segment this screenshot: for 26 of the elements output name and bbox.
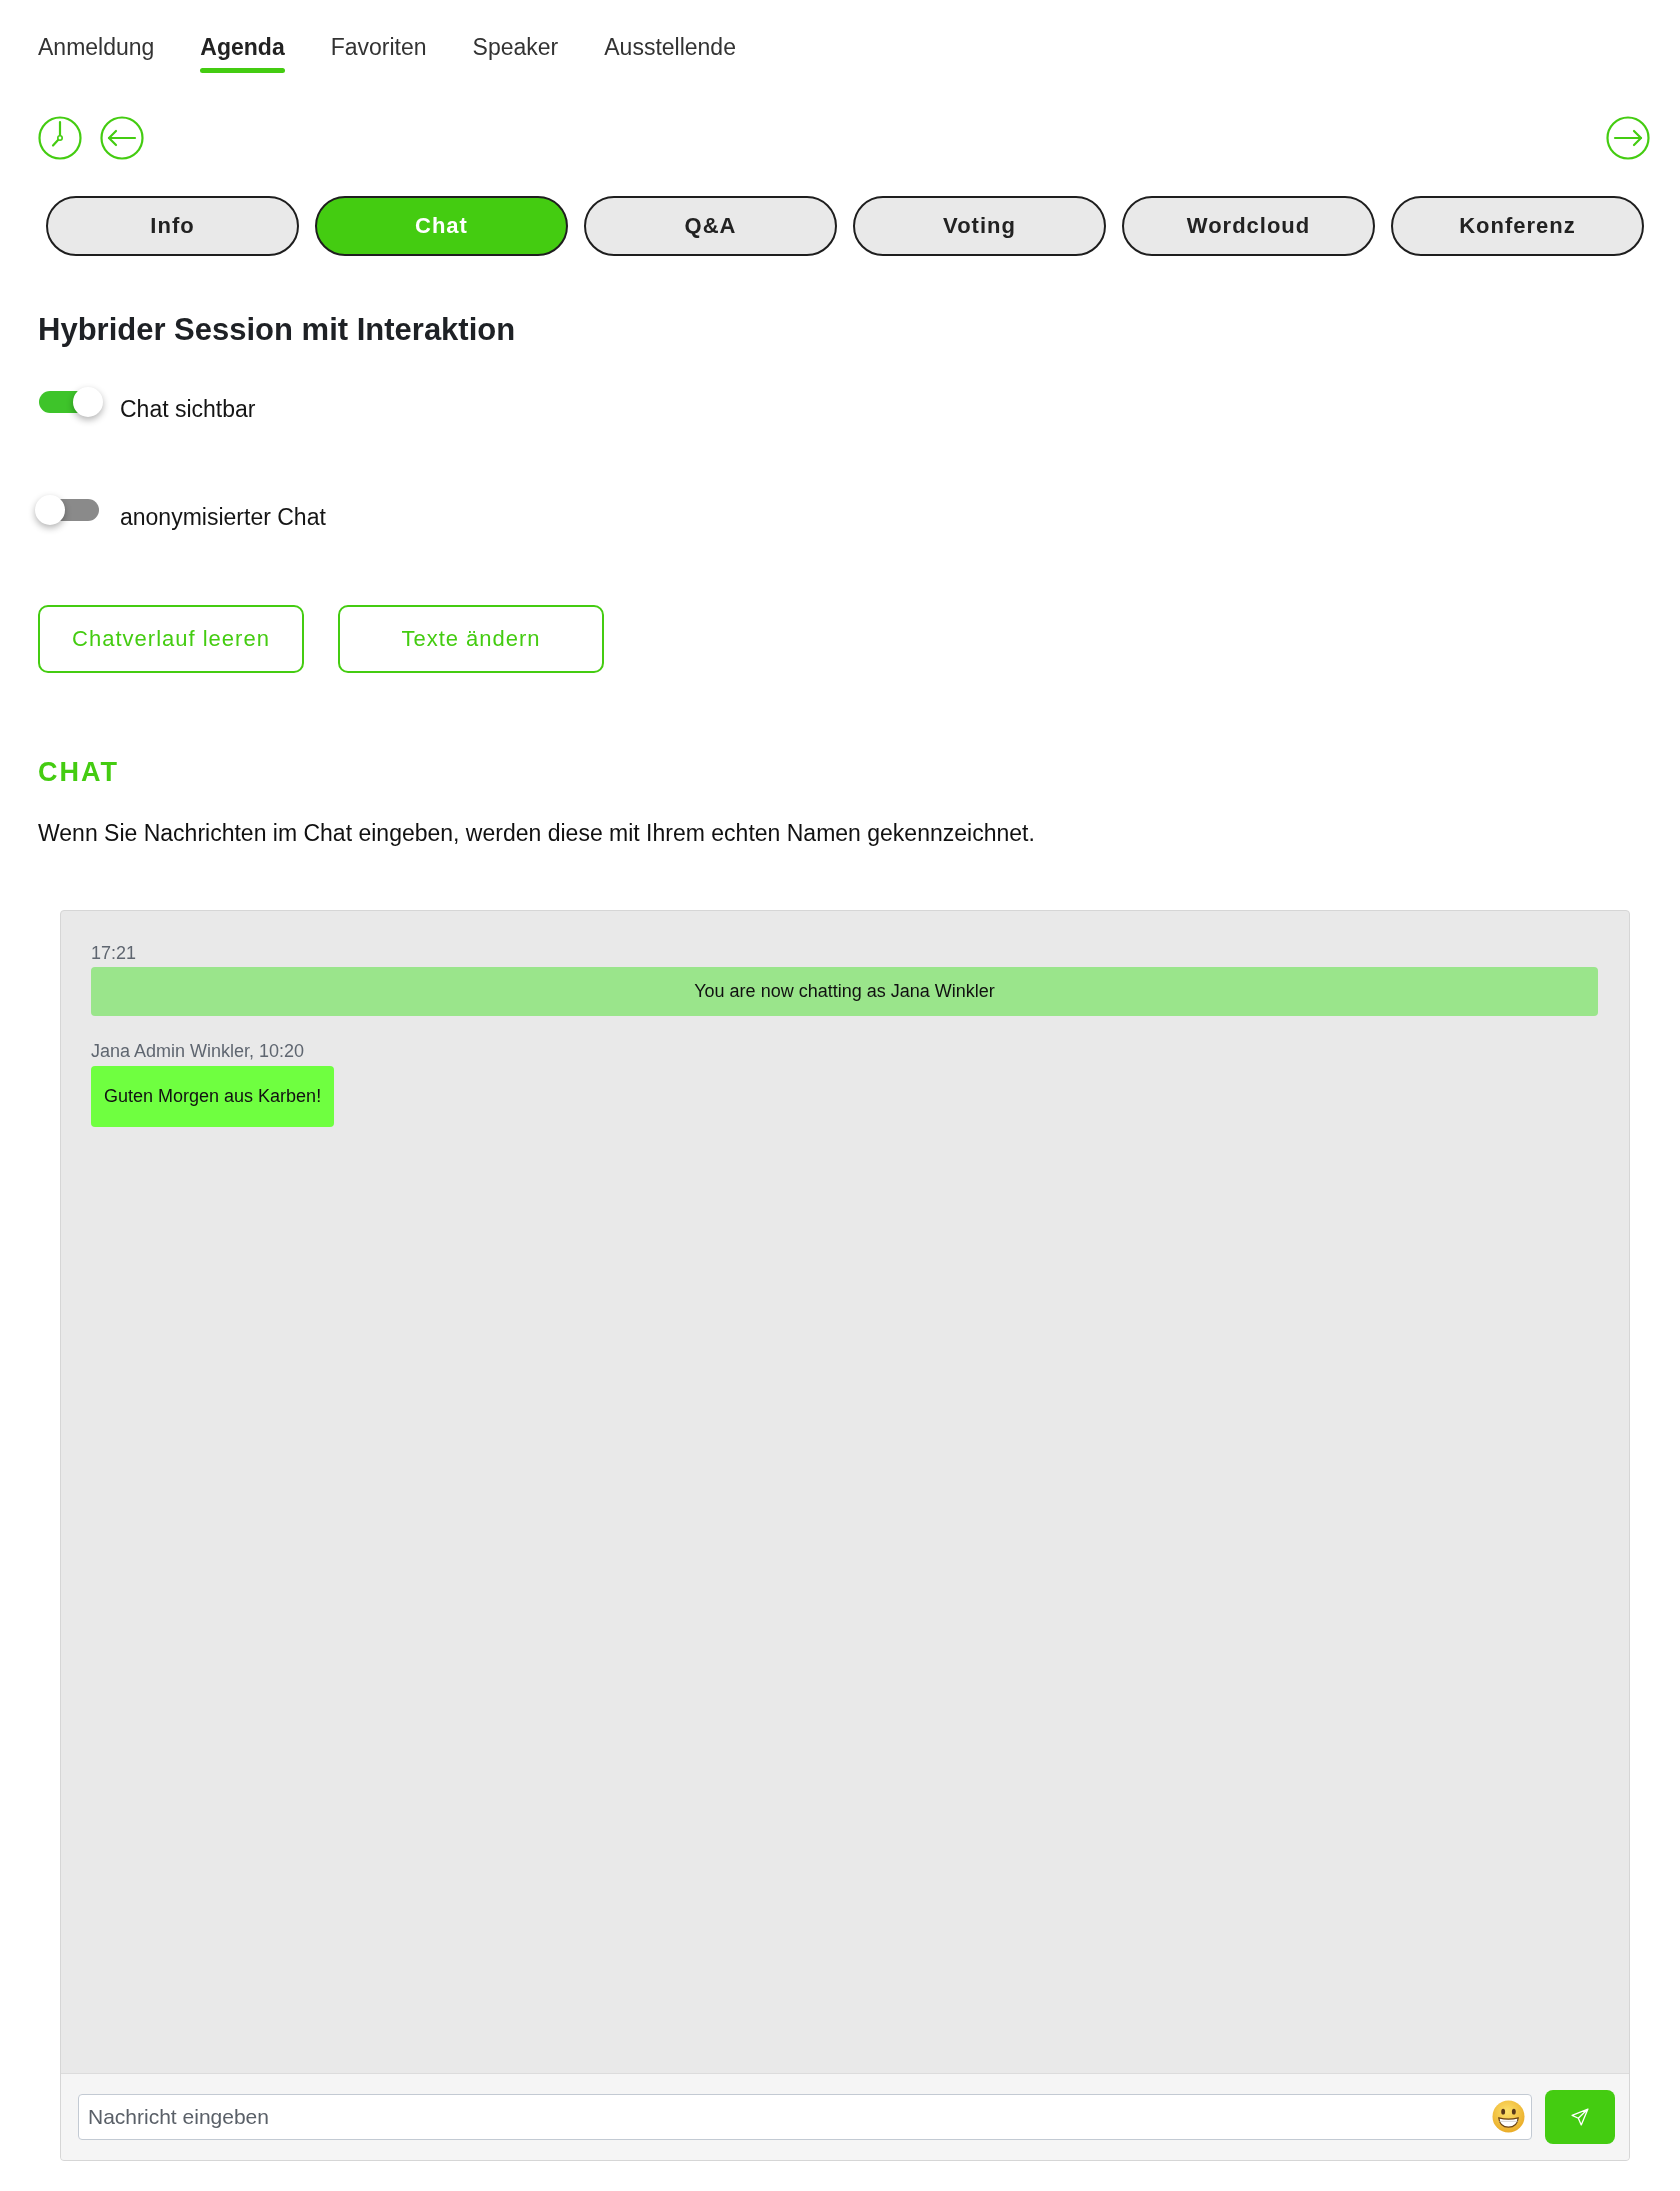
nav-tab[interactable]: Favoriten: [323, 32, 434, 73]
session-tab[interactable]: Voting: [853, 196, 1106, 256]
message-bubble: Guten Morgen aus Karben!: [91, 1066, 335, 1127]
chat-notice: Wenn Sie Nachrichten im Chat eingeben, werden diese mit Ihrem echten Namen gekennzeichnet.: [38, 819, 1036, 848]
smiley-icon[interactable]: [1492, 2100, 1525, 2133]
message-time: 17:21: [91, 943, 138, 963]
arrow-left-icon[interactable]: [100, 116, 144, 160]
nav-tab[interactable]: Agenda: [193, 32, 292, 73]
session-title: Hybrider Session mit Interaktion: [38, 311, 517, 349]
arrow-right-icon[interactable]: [1606, 116, 1650, 160]
chat-heading: CHAT: [38, 756, 120, 788]
nav-tab[interactable]: Ausstellende: [597, 32, 743, 73]
paper-plane-icon: [1570, 2107, 1590, 2127]
session-tab[interactable]: Info: [46, 196, 299, 256]
session-tab[interactable]: Wordcloud: [1122, 196, 1375, 256]
nav-tab[interactable]: Speaker: [465, 32, 566, 73]
send-button[interactable]: [1545, 2090, 1615, 2144]
message-sender: Jana Admin Winkler, 10:20: [91, 1041, 306, 1061]
message-input[interactable]: Nachricht eingeben: [78, 2094, 1532, 2140]
session-tab[interactable]: Konferenz: [1391, 196, 1644, 256]
toggle-label: anonymisierter Chat: [120, 503, 326, 531]
nav-tab[interactable]: Anmeldung: [31, 32, 162, 73]
system-message: You are now chatting as Jana Winkler: [91, 967, 1598, 1016]
clock-icon[interactable]: [38, 116, 82, 160]
toggle-label: Chat sichtbar: [120, 395, 256, 423]
session-tab[interactable]: Q&A: [584, 196, 837, 256]
